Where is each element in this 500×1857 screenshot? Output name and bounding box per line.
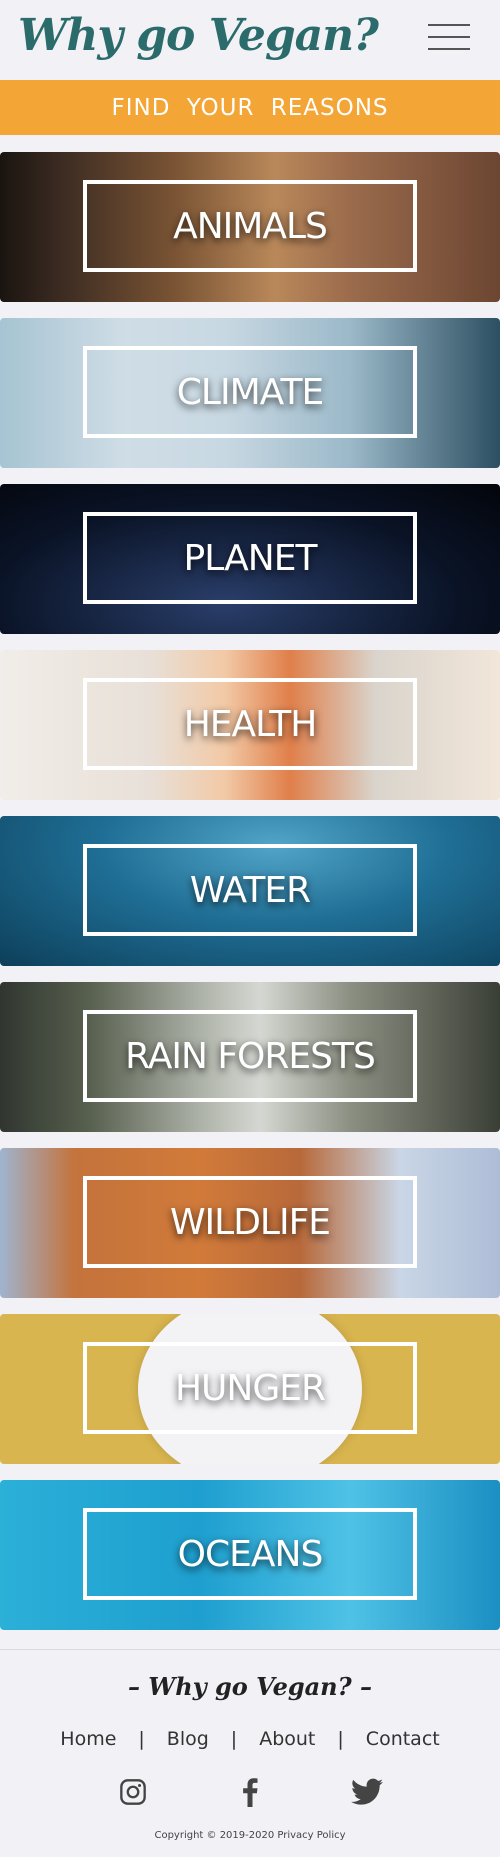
card-label: WATER bbox=[189, 869, 311, 911]
card-frame: WATER bbox=[83, 844, 417, 936]
card-label: ANIMALS bbox=[173, 205, 328, 247]
card-frame: WILDLIFE bbox=[83, 1176, 417, 1268]
copyright-text: Copyright © 2019-2020 Privacy Policy bbox=[154, 1830, 346, 1841]
nav-separator: | bbox=[230, 1728, 238, 1750]
card-label: CLIMATE bbox=[176, 371, 324, 413]
card-frame: CLIMATE bbox=[83, 346, 417, 438]
footer-divider bbox=[0, 1649, 500, 1650]
twitter-icon[interactable] bbox=[350, 1775, 384, 1809]
reason-card-health[interactable]: HEALTH bbox=[0, 650, 500, 800]
reason-card-animals[interactable]: ANIMALS bbox=[0, 152, 500, 302]
footer-link-about[interactable]: About bbox=[259, 1728, 315, 1750]
card-frame: PLANET bbox=[83, 512, 417, 604]
card-label: HEALTH bbox=[183, 703, 318, 745]
reason-card-oceans[interactable]: OCEANS bbox=[0, 1480, 500, 1630]
instagram-icon[interactable] bbox=[116, 1775, 150, 1809]
nav-separator: | bbox=[138, 1728, 145, 1750]
card-label: RAIN FORESTS bbox=[125, 1035, 376, 1077]
reason-card-hunger[interactable]: HUNGER bbox=[0, 1314, 500, 1464]
facebook-icon[interactable] bbox=[233, 1775, 267, 1809]
site-header: Why go Vegan? bbox=[0, 0, 500, 80]
reason-card-rain-forests[interactable]: RAIN FORESTS bbox=[0, 982, 500, 1132]
footer-link-contact[interactable]: Contact bbox=[366, 1728, 440, 1750]
footer-link-home[interactable]: Home bbox=[60, 1728, 116, 1750]
card-frame: OCEANS bbox=[83, 1508, 417, 1600]
reason-card-wildlife[interactable]: WILDLIFE bbox=[0, 1148, 500, 1298]
card-label: OCEANS bbox=[177, 1533, 324, 1575]
banner-text: FIND YOUR REASONS bbox=[111, 94, 389, 121]
card-label: HUNGER bbox=[174, 1367, 326, 1409]
menu-bar bbox=[428, 36, 470, 38]
card-frame: HEALTH bbox=[83, 678, 417, 770]
card-frame: RAIN FORESTS bbox=[83, 1010, 417, 1102]
footer-nav: Home | Blog | About | Contact bbox=[0, 1728, 500, 1750]
reason-card-climate[interactable]: CLIMATE bbox=[0, 318, 500, 468]
nav-separator: | bbox=[337, 1728, 344, 1750]
menu-bar bbox=[428, 48, 470, 50]
menu-bar bbox=[428, 24, 470, 26]
hamburger-menu-icon[interactable] bbox=[428, 22, 470, 52]
find-reasons-banner: FIND YOUR REASONS bbox=[0, 80, 500, 135]
site-logo-title[interactable]: Why go Vegan? bbox=[18, 10, 379, 61]
footer-brand-title: – Why go Vegan? – bbox=[127, 1672, 373, 1701]
card-label: WILDLIFE bbox=[169, 1201, 331, 1243]
card-frame: HUNGER bbox=[83, 1342, 417, 1434]
card-label: PLANET bbox=[183, 537, 318, 579]
footer-link-blog[interactable]: Blog bbox=[167, 1728, 209, 1750]
reason-card-water[interactable]: WATER bbox=[0, 816, 500, 966]
reason-card-planet[interactable]: PLANET bbox=[0, 484, 500, 634]
card-frame: ANIMALS bbox=[83, 180, 417, 272]
